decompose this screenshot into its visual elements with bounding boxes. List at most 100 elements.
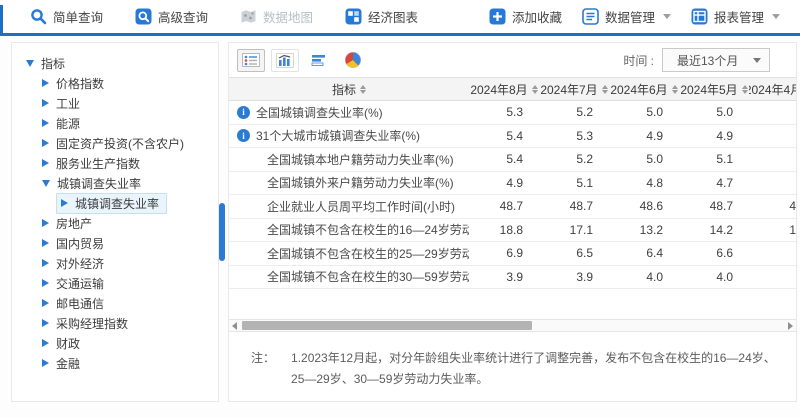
column-header-month[interactable]: 2024年6月 (609, 81, 679, 98)
nav-advanced-query[interactable]: 高级查询 (135, 7, 208, 26)
column-header-month[interactable]: 2024年8月 (469, 81, 539, 98)
indicator-label: 全国城镇不包含在校生的16—24岁劳动力失业率(%) (267, 221, 469, 238)
tree-node[interactable]: 工业 (12, 93, 218, 113)
tree-node[interactable]: 价格指数 (12, 73, 218, 93)
indicator-cell: 全国城镇本地户籍劳动力失业率(%) (229, 151, 469, 168)
sort-icon (360, 85, 366, 94)
indicator-cell: 31个大城市城镇调查失业率(%) (229, 127, 469, 144)
indicator-cell: 全国城镇不包含在校生的16—24岁劳动力失业率(%) (229, 221, 469, 238)
value-cell: 4.8 (609, 176, 679, 190)
nav-report-management[interactable]: 报表管理 (691, 7, 780, 26)
tree-node[interactable]: 交通运输 (12, 273, 218, 293)
column-header-label: 2024年6月 (610, 81, 667, 98)
tree-node[interactable]: 财政 (12, 333, 218, 353)
table-row[interactable]: 全国城镇调查失业率(%) 5.3 5.2 5.0 5.0 (229, 101, 796, 125)
indicator-label: 31个大城市城镇调查失业率(%) (256, 127, 420, 144)
table-row[interactable]: 全国城镇不包含在校生的25—29岁劳动力失业率(%) 6.9 6.5 6.4 6… (229, 242, 796, 266)
indicator-sidebar: 指标 价格指数 工业 能源 固定资产投资(不含农户) 服务业生产指数 城镇调查失… (11, 42, 219, 402)
nav-item-label: 高级查询 (158, 7, 208, 26)
collapsed-arrow-icon (42, 119, 49, 127)
collapsed-arrow-icon (61, 199, 68, 207)
tree-node[interactable]: 采购经理指数 (12, 313, 218, 333)
table-row[interactable]: 全国城镇不包含在校生的16—24岁劳动力失业率(%) 18.8 17.1 13.… (229, 219, 796, 243)
horizontal-scrollbar[interactable] (229, 319, 796, 332)
nav-data-management[interactable]: 数据管理 (582, 7, 671, 26)
time-filter-label: 时间 : (623, 52, 654, 69)
indicator-label: 全国城镇不包含在校生的30—59岁劳动力失业率(%) (267, 268, 469, 285)
scroll-right-arrow[interactable] (785, 320, 796, 331)
tree-node[interactable]: 邮电通信 (12, 293, 218, 313)
tree-node-root[interactable]: 指标 (12, 53, 218, 73)
tree-node[interactable]: 服务业生产指数 (12, 153, 218, 173)
table-header-row: 指标 2024年8月 2024年7月 2024年6月 2024年5月 2024年… (229, 78, 796, 101)
collapsed-arrow-icon (42, 139, 49, 147)
value-cell: 5.2 (539, 152, 609, 166)
tree-node-label: 采购经理指数 (56, 315, 128, 332)
expanded-arrow-icon (42, 180, 50, 187)
expanded-arrow-icon (26, 60, 34, 67)
indicator-tree: 指标 价格指数 工业 能源 固定资产投资(不含农户) 服务业生产指数 城镇调查失… (12, 43, 218, 373)
tree-node[interactable]: 国内贸易 (12, 233, 218, 253)
collapsed-arrow-icon (42, 239, 49, 247)
column-header-month[interactable]: 2024年5月 (679, 81, 749, 98)
nav-left-group: 简单查询 高级查询 数据地图 经济图表 (30, 7, 418, 26)
column-header-indicator[interactable]: 指标 (229, 81, 469, 98)
value-cell: 5.2 (539, 105, 609, 119)
pie-chart-view-button[interactable] (339, 49, 367, 72)
table-view-button[interactable] (237, 49, 265, 72)
nav-simple-query[interactable]: 简单查询 (30, 7, 103, 26)
tree-node[interactable]: 房地产 (12, 213, 218, 233)
tree-node-label: 城镇调查失业率 (75, 195, 159, 212)
value-cell: 14.2 (679, 223, 749, 237)
column-header-month[interactable]: 2024年7月 (539, 81, 609, 98)
column-header-label: 2024年5月 (680, 81, 737, 98)
nav-add-favorite[interactable]: 添加收藏 (489, 7, 562, 26)
info-icon[interactable] (237, 106, 250, 119)
bar-chart-view-button[interactable] (305, 49, 333, 72)
footnote: 注： 1.2023年12月起，对分年龄组失业率统计进行了调整完善，发布不包含在校… (251, 348, 781, 390)
column-header-label: 2024年8月 (470, 81, 527, 98)
indicator-cell: 企业就业人员周平均工作时间(小时) (229, 198, 469, 215)
info-icon[interactable] (237, 129, 250, 142)
table-row[interactable]: 全国城镇本地户籍劳动力失业率(%) 5.4 5.2 5.0 5.1 (229, 148, 796, 172)
indicator-cell: 全国城镇调查失业率(%) (229, 104, 469, 121)
value-cell: 4.9 (609, 129, 679, 143)
sidebar-scrollbar-thumb[interactable] (219, 203, 225, 261)
tree-node-selected[interactable]: 城镇调查失业率 (12, 193, 218, 213)
nav-accent-underline (0, 33, 800, 36)
footnote-prefix: 注： (251, 348, 275, 390)
bar-chart-icon (310, 53, 328, 67)
nav-data-map[interactable]: 数据地图 (240, 7, 313, 26)
table-row[interactable]: 全国城镇外来户籍劳动力失业率(%) 4.9 5.1 4.8 4.7 (229, 172, 796, 196)
time-range-value: 最近13个月 (677, 52, 738, 69)
column-chart-view-button[interactable] (271, 49, 299, 72)
column-header-month-clipped[interactable]: 2024年4月 (749, 81, 797, 98)
nav-item-label: 数据管理 (605, 7, 655, 26)
nav-economic-charts[interactable]: 经济图表 (345, 7, 418, 26)
collapsed-arrow-icon (42, 219, 49, 227)
tree-node-label: 邮电通信 (56, 295, 104, 312)
tree-node[interactable]: 对外经济 (12, 253, 218, 273)
value-cell: 4 (749, 199, 797, 213)
collapsed-arrow-icon (42, 79, 49, 87)
value-cell: 13.2 (609, 223, 679, 237)
app-window: 简单查询 高级查询 数据地图 经济图表 添加收藏 数据管理 (0, 0, 800, 417)
column-header-label: 2024年4月 (749, 81, 797, 98)
nav-item-label: 经济图表 (368, 7, 418, 26)
tree-node-expanded[interactable]: 城镇调查失业率 (12, 173, 218, 193)
value-cell: 17.1 (539, 223, 609, 237)
tree-node-label: 房地产 (56, 215, 92, 232)
collapsed-arrow-icon (42, 99, 49, 107)
add-favorite-plus-icon (489, 8, 506, 25)
tree-node[interactable]: 能源 (12, 113, 218, 133)
economic-charts-icon (345, 8, 362, 25)
horizontal-scrollbar-thumb[interactable] (242, 321, 532, 330)
scroll-left-arrow[interactable] (229, 320, 240, 331)
tree-node[interactable]: 固定资产投资(不含农户) (12, 133, 218, 153)
time-range-select[interactable]: 最近13个月 (662, 48, 770, 72)
value-cell: 48.6 (609, 199, 679, 213)
tree-node[interactable]: 金融 (12, 353, 218, 373)
table-row[interactable]: 企业就业人员周平均工作时间(小时) 48.7 48.7 48.6 48.7 4 (229, 195, 796, 219)
table-row[interactable]: 31个大城市城镇调查失业率(%) 5.4 5.3 4.9 4.9 (229, 125, 796, 149)
table-row[interactable]: 全国城镇不包含在校生的30—59岁劳动力失业率(%) 3.9 3.9 4.0 4… (229, 266, 796, 290)
